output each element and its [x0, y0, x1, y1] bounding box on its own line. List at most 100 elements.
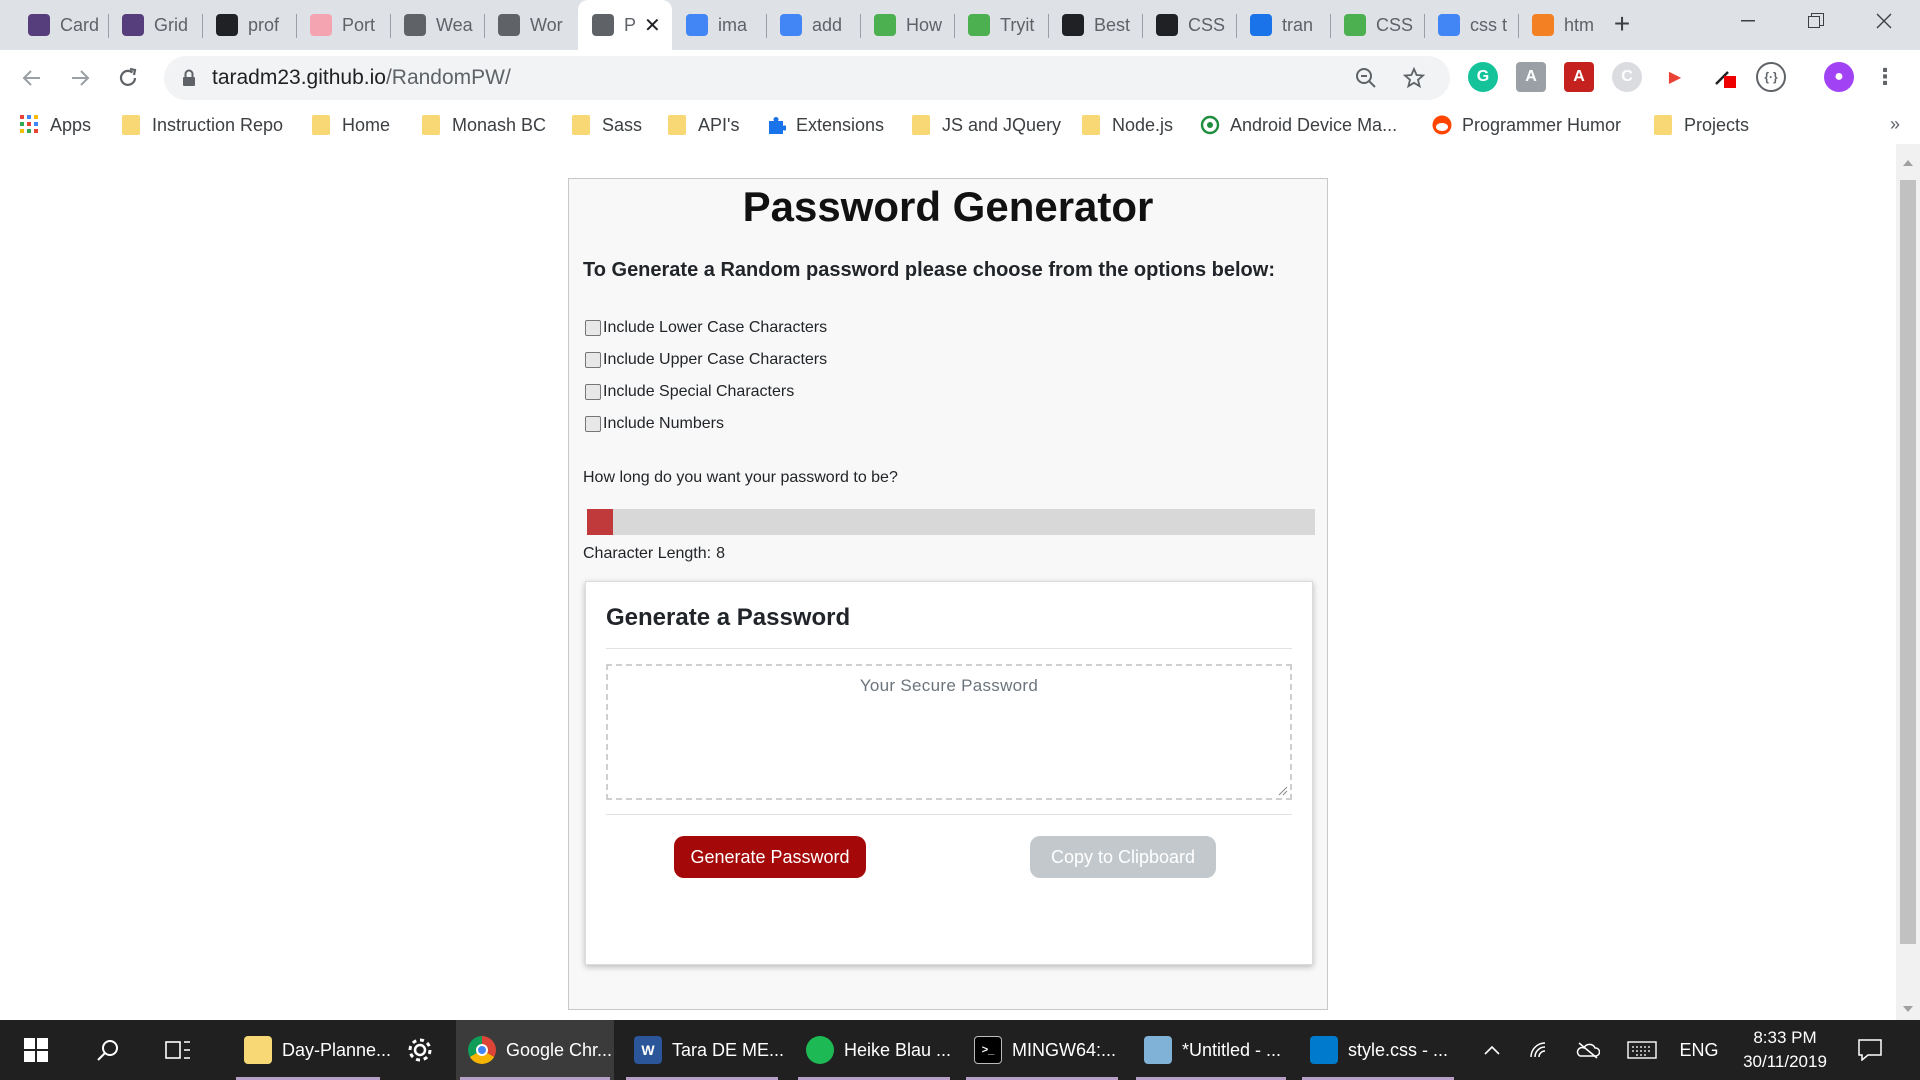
option-special[interactable]: Include Special Characters — [585, 381, 794, 403]
search-icon — [97, 1040, 118, 1061]
browser-tab[interactable]: tran — [1236, 0, 1330, 50]
bookmarks-overflow-button[interactable]: » — [1890, 114, 1900, 135]
bookmark-star-icon[interactable] — [1394, 56, 1434, 100]
bookmark-item[interactable]: Instruction Repo — [122, 110, 283, 140]
extension-icon[interactable]: A — [1516, 62, 1546, 92]
uppercase-checkbox[interactable] — [585, 352, 601, 368]
address-bar[interactable]: taradm23.github.io/RandomPW/ — [164, 56, 1450, 100]
tray-overflow-chevron-icon[interactable] — [1474, 1020, 1510, 1080]
search-button[interactable] — [78, 1020, 138, 1080]
browser-tab[interactable]: ima — [672, 0, 766, 50]
bookmark-item[interactable]: Home — [312, 110, 390, 140]
minimize-button[interactable] — [1716, 0, 1780, 42]
zoom-icon[interactable] — [1346, 56, 1386, 100]
bookmark-item[interactable]: Android Device Ma... — [1200, 110, 1397, 140]
google-icon — [1438, 14, 1460, 36]
reload-button[interactable] — [108, 58, 148, 98]
browser-tab[interactable]: P ✕ — [578, 0, 672, 50]
close-window-button[interactable] — [1852, 0, 1916, 42]
action-center-button[interactable] — [1850, 1020, 1890, 1080]
browser-tab[interactable]: css t — [1424, 0, 1518, 50]
scroll-up-arrow-icon[interactable] — [1903, 160, 1913, 166]
browser-tab[interactable]: htm — [1518, 0, 1612, 50]
bookmark-label: Sass — [602, 114, 643, 135]
lock-icon[interactable] — [180, 67, 198, 89]
taskbar-app[interactable]: W Tara DE ME... — [622, 1020, 784, 1080]
url-path: /RandomPW/ — [385, 66, 511, 89]
copy-extension-icon[interactable]: C — [1612, 62, 1642, 92]
browser-tab[interactable]: prof — [202, 0, 296, 50]
generate-password-button[interactable]: Generate Password — [674, 836, 866, 878]
bookmark-item[interactable]: Programmer Humor — [1432, 110, 1621, 140]
bookmark-item[interactable]: Sass — [572, 110, 642, 140]
system-clock[interactable]: 8:33 PM 30/11/2019 — [1730, 1026, 1840, 1074]
option-numbers[interactable]: Include Numbers — [585, 413, 724, 435]
option-lowercase[interactable]: Include Lower Case Characters — [585, 317, 827, 339]
browser-tab[interactable]: Wor — [484, 0, 578, 50]
browser-tab[interactable]: CSS — [1330, 0, 1424, 50]
bookmark-item[interactable]: Projects — [1654, 110, 1749, 140]
taskbar-app[interactable]: Google Chr... — [456, 1020, 614, 1080]
generate-card: Generate a Password Your Secure Password… — [585, 581, 1313, 965]
restore-button[interactable] — [1784, 0, 1848, 42]
lowercase-checkbox[interactable] — [585, 320, 601, 336]
browser-tab[interactable]: CSS — [1142, 0, 1236, 50]
special-checkbox[interactable] — [585, 384, 601, 400]
bookmark-item[interactable]: Monash BC — [422, 110, 546, 140]
folder-icon — [1654, 115, 1672, 135]
color-picker-icon[interactable] — [1710, 62, 1740, 92]
bookmark-label: API's — [698, 114, 740, 135]
network-wifi-icon[interactable] — [1522, 1020, 1558, 1080]
password-textarea[interactable]: Your Secure Password — [606, 664, 1292, 800]
bookmark-label: Projects — [1684, 114, 1750, 135]
taskbar-app[interactable]: >_ MINGW64:... — [962, 1020, 1122, 1080]
scrollbar-thumb[interactable] — [1900, 180, 1916, 944]
resize-grip-icon[interactable] — [1276, 784, 1288, 796]
portfolio-icon — [310, 14, 332, 36]
bookmark-item[interactable]: Node.js — [1082, 110, 1173, 140]
back-button[interactable] — [12, 58, 52, 98]
option-uppercase[interactable]: Include Upper Case Characters — [585, 349, 827, 371]
page-scrollbar[interactable] — [1896, 144, 1920, 1020]
length-slider-thumb[interactable] — [587, 509, 613, 535]
page-title: Password Generator — [742, 183, 1154, 230]
browser-tab[interactable]: Tryit — [954, 0, 1048, 50]
browser-tab[interactable]: Port — [296, 0, 390, 50]
profile-avatar-icon[interactable]: ● — [1824, 62, 1854, 92]
browser-tab[interactable]: Wea — [390, 0, 484, 50]
forward-button[interactable] — [60, 58, 100, 98]
bookmark-item[interactable]: Extensions — [766, 110, 884, 140]
settings-taskbar-button[interactable] — [390, 1020, 450, 1080]
bookmark-item[interactable]: API's — [668, 110, 739, 140]
onedrive-cloud-icon[interactable] — [1570, 1020, 1606, 1080]
taskbar-app[interactable]: style.css - ... — [1298, 1020, 1458, 1080]
close-tab-icon[interactable]: ✕ — [644, 13, 661, 38]
browser-tab[interactable]: add — [766, 0, 860, 50]
page-subtitle: To Generate a Random password please cho… — [583, 259, 1275, 281]
taskbar-app[interactable]: *Untitled - ... — [1132, 1020, 1290, 1080]
windows-start-button[interactable] — [6, 1020, 66, 1080]
grammarly-icon[interactable]: G — [1468, 62, 1498, 92]
tab-title: Grid — [154, 14, 189, 35]
browser-tab[interactable]: Best — [1048, 0, 1142, 50]
numbers-checkbox[interactable] — [585, 416, 601, 432]
browser-tab[interactable]: Card — [14, 0, 108, 50]
ch-icon — [216, 14, 238, 36]
length-slider[interactable] — [587, 509, 1315, 535]
pdf-icon[interactable]: A — [1564, 62, 1594, 92]
copy-to-clipboard-button[interactable]: Copy to Clipboard — [1030, 836, 1216, 878]
browser-tab[interactable]: How — [860, 0, 954, 50]
keyboard-icon[interactable] — [1622, 1020, 1662, 1080]
video-extension-icon[interactable]: ▶ — [1660, 62, 1690, 92]
menu-kebab-icon[interactable]: ⋮ — [1870, 62, 1900, 92]
taskbar-app[interactable]: Heike Blau ... — [794, 1020, 954, 1080]
scroll-down-arrow-icon[interactable] — [1903, 1006, 1913, 1012]
taskbar-app[interactable]: Day-Planne... — [232, 1020, 391, 1080]
task-view-button[interactable] — [148, 1020, 208, 1080]
bookmark-item[interactable]: JS and JQuery — [912, 110, 1061, 140]
folder-icon — [244, 1036, 272, 1064]
browser-tab[interactable]: Grid — [108, 0, 202, 50]
bookmark-item[interactable]: Apps — [20, 110, 91, 140]
devtools-extension-icon[interactable]: {·} — [1756, 62, 1786, 92]
language-indicator[interactable]: ENG — [1676, 1020, 1722, 1080]
